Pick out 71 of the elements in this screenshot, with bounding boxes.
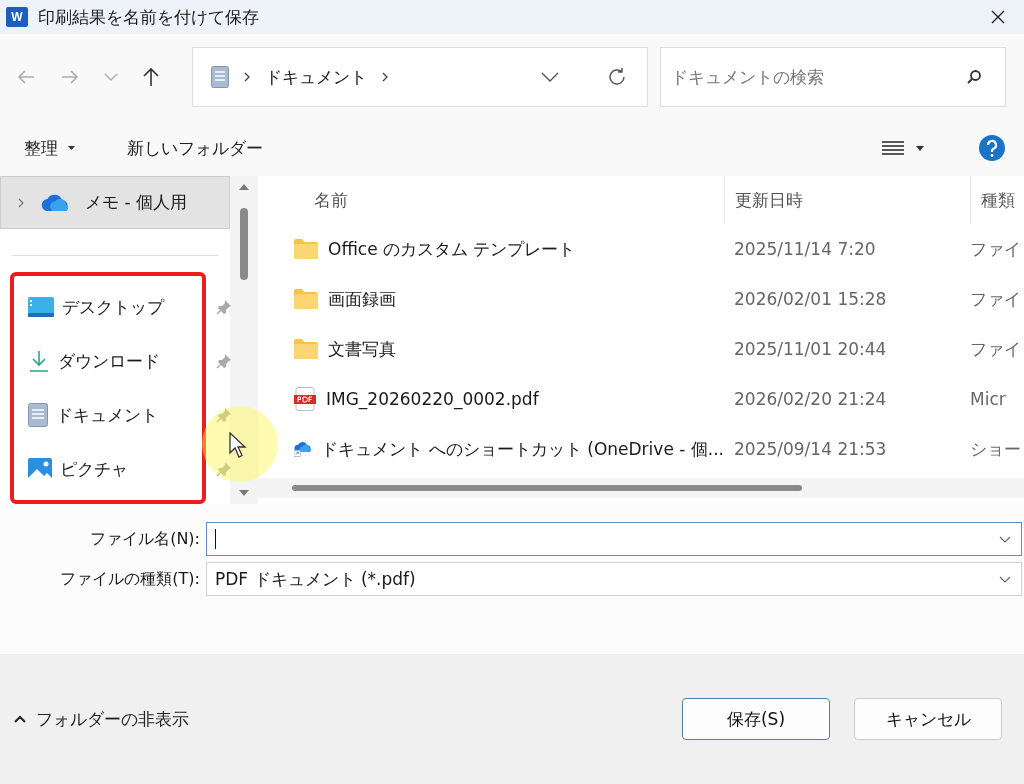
forward-arrow-icon[interactable] [60,69,80,85]
new-folder-button[interactable]: 新しいフォルダー [115,130,275,166]
pin-icon[interactable] [216,299,232,315]
folder-icon [294,289,318,309]
chevron-down-icon[interactable] [541,72,559,82]
sidebar-item[interactable]: ピクチャ [14,442,202,496]
file-type-label: ファイルの種類(T): [59,568,201,590]
vertical-scrollbar[interactable] [230,176,258,504]
file-name[interactable]: ドキュメント へのショートカット (OneDrive - 個... [321,437,724,461]
sidebar-item[interactable]: ダウンロード [14,334,202,388]
help-icon[interactable] [978,134,1006,162]
chevron-down-icon[interactable] [999,535,1011,543]
save-button[interactable]: 保存(S) [682,698,830,740]
pdf-file-icon [294,387,316,411]
file-name-field[interactable] [206,522,1022,556]
sidebar-item[interactable]: メモ - 個人用 [0,176,230,229]
scrollbar-thumb[interactable] [240,208,248,280]
column-header[interactable]: 種類 [970,176,1024,224]
sidebar-item[interactable]: ドキュメント [14,388,202,442]
organize-menu-button[interactable]: 整理 [12,130,87,166]
caret-icon[interactable] [916,145,924,151]
chevron-right-icon [243,71,251,83]
desktop-icon [28,297,54,317]
breadcrumb-item[interactable]: ドキュメント [265,65,367,89]
chevron-down-icon[interactable] [999,575,1011,583]
document-icon [28,403,48,427]
close-icon[interactable] [990,9,1006,25]
scrollbar-thumb[interactable] [292,485,802,491]
file-name[interactable]: Office のカスタム テンプレート [328,237,576,261]
window-title: 印刷結果を名前を付けて保存 [38,5,259,29]
horizontal-scrollbar[interactable] [258,478,1024,498]
file-type: ファイ [970,337,1022,361]
modified-date: 2025/09/14 21:53 [733,439,888,459]
hide-folders-toggle[interactable]: フォルダーの非表示 [8,706,195,732]
chevron-right-icon[interactable] [381,71,389,83]
cancel-button[interactable]: キャンセル [854,698,1002,740]
folder-icon [294,339,318,359]
app-icon: W [6,7,28,27]
search-field[interactable]: ドキュメントの検索 [660,47,1006,107]
sidebar-item[interactable]: デスクトップ [14,280,202,334]
document-icon [211,66,229,88]
file-name[interactable]: 画面録画 [328,287,396,311]
file-type: ファイ [970,237,1022,261]
refresh-icon[interactable] [607,67,627,87]
caret-icon [68,146,75,150]
modified-date: 2025/11/14 7:20 [733,239,877,259]
cloud-icon [41,193,69,212]
file-type: ショー [970,437,1022,461]
file-name[interactable]: 文書写真 [328,337,396,361]
search-icon [966,69,982,85]
scroll-up-arrow-icon[interactable] [239,184,249,190]
file-name[interactable]: IMG_20260220_0002.pdf [326,389,539,409]
chevron-up-icon [14,715,26,723]
modified-date: 2026/02/01 15:28 [733,289,888,309]
up-arrow-icon[interactable] [142,67,160,87]
scroll-down-arrow-icon[interactable] [239,490,249,496]
pin-icon[interactable] [216,353,232,369]
column-header[interactable]: 名前 [258,176,724,224]
modified-date: 2025/11/01 20:44 [733,339,888,359]
list-view-icon[interactable] [882,140,904,156]
address-bar[interactable]: ドキュメント [192,47,648,107]
column-header[interactable]: 更新日時 [724,176,970,224]
file-type: ファイ [970,287,1022,311]
file-type: Micr [970,389,1007,409]
back-arrow-icon[interactable] [16,69,36,85]
picture-icon [28,458,52,480]
folder-icon [294,239,318,259]
download-icon [28,350,50,372]
file-name-label: ファイル名(N): [89,528,201,550]
file-type-dropdown[interactable]: PDF ドキュメント (*.pdf) [206,562,1022,596]
modified-date: 2026/02/20 21:24 [733,389,888,409]
